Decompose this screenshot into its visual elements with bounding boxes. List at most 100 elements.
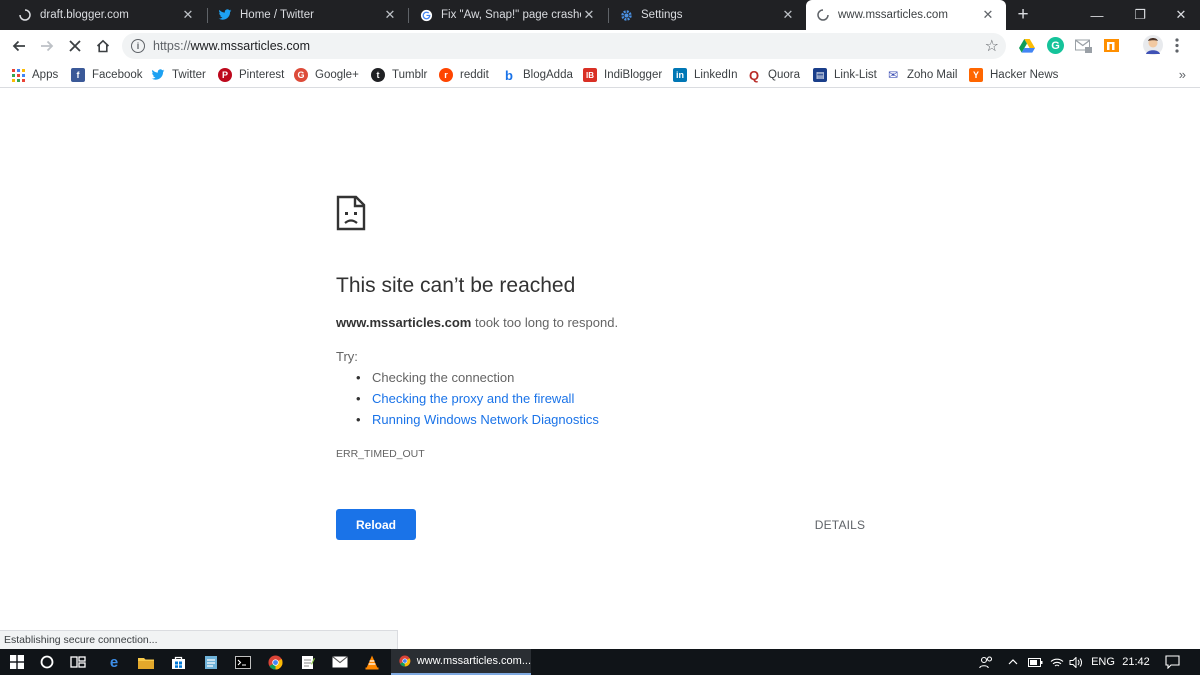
loading-spinner-icon	[816, 8, 830, 22]
forward-button[interactable]	[34, 33, 60, 59]
notepad-icon[interactable]	[297, 652, 319, 672]
tab-close-icon[interactable]: ✕	[382, 7, 398, 23]
show-hidden-icons-chevron-icon[interactable]	[1005, 649, 1021, 675]
tab-title: Home / Twitter	[240, 9, 314, 21]
home-button[interactable]	[90, 33, 116, 59]
bookmark-twitter[interactable]: Twitter	[151, 66, 206, 84]
address-bar[interactable]: i https://www.mssarticles.com ☆	[122, 33, 1006, 59]
bookmark-reddit[interactable]: r reddit	[439, 66, 489, 84]
bookmark-indiblogger[interactable]: IB IndiBlogger	[583, 66, 662, 84]
close-window-button[interactable]: ✕	[1158, 0, 1200, 30]
battery-icon[interactable]	[1027, 649, 1043, 675]
minimize-button[interactable]: —	[1074, 0, 1120, 30]
bookmark-label: Tumblr	[392, 69, 428, 81]
profile-avatar-icon[interactable]	[1143, 35, 1163, 55]
bookmark-google-plus[interactable]: G Google+	[294, 66, 359, 84]
bookmark-linkedin[interactable]: in LinkedIn	[673, 66, 737, 84]
bookmark-hacker-news[interactable]: Y Hacker News	[969, 66, 1058, 84]
back-arrow-icon	[12, 40, 25, 52]
bookmarks-overflow-chevron-icon[interactable]: »	[1179, 67, 1186, 82]
command-prompt-icon[interactable]	[232, 652, 254, 672]
zoho-mail-icon: ✉	[887, 68, 899, 82]
cortana-search-icon[interactable]	[36, 652, 58, 672]
url-scheme: https://	[153, 39, 191, 53]
tab-title: Fix "Aw, Snap!" page crashes a	[441, 9, 581, 21]
bookmark-star-icon[interactable]: ☆	[985, 36, 999, 56]
new-tab-button[interactable]: +	[1012, 4, 1034, 26]
linkedin-icon: in	[673, 68, 687, 82]
grammarly-icon[interactable]: G	[1047, 37, 1064, 54]
blogadda-icon: b	[505, 67, 513, 83]
back-button[interactable]	[6, 33, 32, 59]
store-icon[interactable]	[167, 652, 189, 672]
chrome-taskbar-icon[interactable]	[264, 652, 286, 672]
error-code: ERR_TIMED_OUT	[336, 448, 425, 460]
tab-settings[interactable]: Settings ✕	[609, 0, 806, 30]
menu-icon[interactable]	[1172, 37, 1182, 54]
tab-title: Settings	[641, 9, 683, 21]
tab-close-icon[interactable]: ✕	[780, 7, 796, 23]
suggestion-check-proxy-firewall[interactable]: Checking the proxy and the firewall	[356, 391, 599, 412]
bookmark-facebook[interactable]: f Facebook	[71, 66, 143, 84]
google-plus-icon: G	[294, 68, 308, 82]
status-bubble: Establishing secure connection...	[0, 630, 398, 649]
tab-fix-aw-snap[interactable]: Fix "Aw, Snap!" page crashes a ✕	[409, 0, 607, 30]
task-view-icon[interactable]	[67, 652, 89, 672]
people-icon[interactable]	[976, 649, 996, 675]
windows-start-icon[interactable]	[6, 652, 28, 672]
bookmark-label: Link-List	[834, 69, 877, 81]
tab-close-icon[interactable]: ✕	[581, 7, 597, 23]
site-info-icon[interactable]: i	[131, 39, 145, 53]
chrome-icon	[399, 655, 411, 667]
restore-button[interactable]: ❐	[1117, 0, 1163, 30]
wifi-icon[interactable]	[1049, 649, 1065, 675]
mail-icon[interactable]	[329, 652, 351, 672]
windows-taskbar: e www.mssarticles.com... ENG 21:42	[0, 649, 1200, 675]
reload-button[interactable]: Reload	[336, 509, 416, 540]
bookmarks-bar: Apps f Facebook Twitter P Pinterest G Go…	[0, 62, 1200, 88]
tab-close-icon[interactable]: ✕	[980, 7, 996, 23]
error-summary-text: took too long to respond.	[471, 315, 619, 330]
action-center-icon[interactable]	[1160, 649, 1184, 675]
bookmark-pinterest[interactable]: P Pinterest	[218, 66, 284, 84]
twitter-bird-icon	[218, 8, 232, 22]
bookmark-tumblr[interactable]: t Tumblr	[371, 66, 427, 84]
drive-icon[interactable]	[1018, 37, 1035, 54]
try-label: Try:	[336, 349, 358, 364]
bookmark-label: Facebook	[92, 69, 143, 81]
details-button[interactable]: DETAILS	[806, 509, 874, 540]
bookmark-apps[interactable]: Apps	[11, 66, 58, 84]
suggestion-text: Checking the connection	[372, 370, 515, 385]
clock-time[interactable]: 21:42	[1120, 649, 1152, 675]
tab-mssarticles[interactable]: www.mssarticles.com ✕	[806, 0, 1006, 30]
file-explorer-icon[interactable]	[135, 652, 157, 672]
bookmark-quora[interactable]: Q Quora	[747, 66, 800, 84]
bookmark-blogadda[interactable]: b BlogAdda	[502, 66, 573, 84]
gmail-checker-icon[interactable]	[1075, 37, 1092, 54]
language-indicator[interactable]: ENG	[1090, 649, 1116, 675]
ms-extension-icon[interactable]	[1103, 37, 1120, 54]
bookmark-label: LinkedIn	[694, 69, 738, 81]
stop-loading-button[interactable]	[62, 33, 88, 59]
home-icon	[96, 39, 110, 53]
url-text[interactable]: https://www.mssarticles.com	[153, 39, 310, 53]
reddit-icon: r	[439, 68, 453, 82]
browser-toolbar: i https://www.mssarticles.com ☆ G	[0, 30, 1200, 62]
tab-close-icon[interactable]: ✕	[180, 7, 196, 23]
suggestions-list: Checking the connection Checking the pro…	[356, 370, 599, 433]
suggestion-check-connection: Checking the connection	[356, 370, 599, 391]
notes-app-icon[interactable]	[200, 652, 222, 672]
tab-draft-blogger[interactable]: draft.blogger.com ✕	[8, 0, 206, 30]
suggestion-link[interactable]: Checking the proxy and the firewall	[372, 391, 574, 406]
volume-icon[interactable]	[1068, 649, 1084, 675]
vlc-icon[interactable]	[361, 652, 383, 672]
suggestion-link[interactable]: Running Windows Network Diagnostics	[372, 412, 599, 427]
edge-browser-icon[interactable]: e	[103, 652, 125, 672]
taskbar-chrome-window[interactable]: www.mssarticles.com...	[391, 649, 531, 675]
taskbar-app-label: www.mssarticles.com...	[416, 655, 531, 667]
bookmark-link-list[interactable]: ▤ Link-List	[813, 66, 877, 84]
hacker-news-icon: Y	[969, 68, 983, 82]
tab-twitter[interactable]: Home / Twitter ✕	[208, 0, 408, 30]
bookmark-zoho-mail[interactable]: ✉ Zoho Mail	[886, 66, 958, 84]
suggestion-network-diagnostics[interactable]: Running Windows Network Diagnostics	[356, 412, 599, 433]
